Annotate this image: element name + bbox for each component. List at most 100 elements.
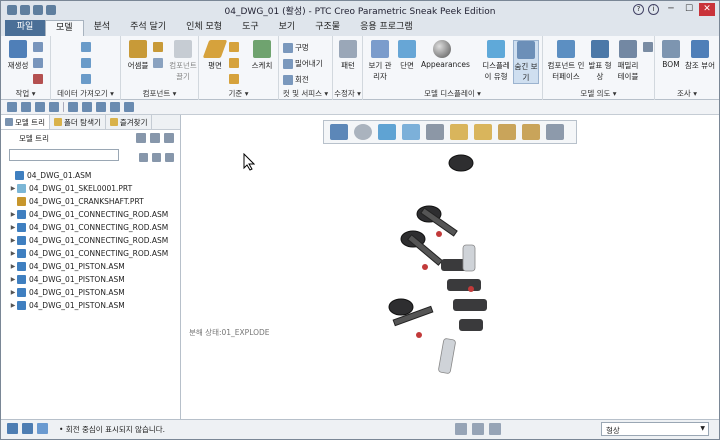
annotations-icon[interactable] xyxy=(546,124,564,140)
hidden-line-button[interactable]: 숨긴 보기 xyxy=(513,40,539,84)
regenerate-small-icon[interactable] xyxy=(96,102,106,112)
plane-button[interactable]: 평면 xyxy=(202,40,228,71)
tab-model-tree[interactable]: 모델 트리 xyxy=(1,115,50,129)
group-label-model-intent[interactable]: 모델 의도 ▾ xyxy=(543,88,654,99)
drag-components-button[interactable]: 컴포넌트 끌기 xyxy=(169,40,197,82)
selection-icon[interactable] xyxy=(455,423,467,435)
navigator-toggle-icon[interactable] xyxy=(7,423,18,434)
settings-icon[interactable] xyxy=(136,133,146,143)
pattern-button[interactable]: 패턴 xyxy=(336,40,360,71)
expand-arrow-icon[interactable]: ▶ xyxy=(9,211,17,218)
expand-arrow-icon[interactable]: ▶ xyxy=(9,276,17,283)
tree-filter-icon[interactable] xyxy=(164,133,174,143)
tab-framework[interactable]: 구조물 xyxy=(305,20,350,36)
tab-manikin[interactable]: 인체 모형 xyxy=(176,20,232,36)
close-icon[interactable]: ✕ xyxy=(699,3,715,16)
regenerate-button[interactable]: 재생성 xyxy=(5,40,31,71)
tree-search-input[interactable] xyxy=(9,149,119,161)
group-label-component[interactable]: 컴포넌트 ▾ xyxy=(121,88,198,99)
windows-icon[interactable] xyxy=(110,102,120,112)
view-manager-button[interactable]: 보기 관리자 xyxy=(367,40,393,82)
find-icon[interactable] xyxy=(139,153,148,162)
graphics-viewport[interactable]: 분해 상태:01_EXPLODE xyxy=(181,115,719,419)
group-label-datum[interactable]: 기준 ▾ xyxy=(199,88,278,99)
selection-box-icon[interactable] xyxy=(489,423,501,435)
tree-item[interactable]: ▶ 04_DWG_01_CONNECTING_ROD.ASM xyxy=(1,247,181,260)
publish-geometry-button[interactable]: 발표 형상 xyxy=(587,40,613,82)
create-component-button[interactable] xyxy=(153,42,163,52)
tab-model[interactable]: 모델 xyxy=(45,20,84,36)
tree-item[interactable]: 04_DWG_01_CRANKSHAFT.PRT xyxy=(1,195,181,208)
component-interface-button[interactable]: 컴포넌트 인터페이스 xyxy=(547,40,585,82)
view-manager-small-icon[interactable] xyxy=(402,124,420,140)
tab-analysis[interactable]: 분석 xyxy=(84,20,121,36)
show-icon[interactable] xyxy=(150,133,160,143)
parameters-button[interactable] xyxy=(643,42,653,52)
appearances-button[interactable]: Appearances xyxy=(421,40,470,69)
expand-arrow-icon[interactable]: ▶ xyxy=(9,237,17,244)
tree-item[interactable]: ▶ 04_DWG_01_CONNECTING_ROD.ASM xyxy=(1,221,181,234)
point-button[interactable] xyxy=(229,58,239,68)
refit-icon[interactable] xyxy=(330,124,348,140)
save-file-icon[interactable] xyxy=(35,102,45,112)
revolve-button[interactable]: 회전 xyxy=(283,74,309,85)
copy-geometry-button[interactable] xyxy=(81,58,91,68)
sketch-button[interactable]: 스케치 xyxy=(249,40,275,71)
saved-orientations-icon[interactable] xyxy=(378,124,396,140)
minimize-icon[interactable]: ─ xyxy=(663,3,679,16)
print-icon[interactable] xyxy=(49,102,59,112)
browser-toggle-icon[interactable] xyxy=(22,423,33,434)
group-label-get-data[interactable]: 데이터 가져오기 ▾ xyxy=(51,88,120,99)
tree-item[interactable]: ▶ 04_DWG_01_PISTON.ASM xyxy=(1,286,181,299)
expand-arrow-icon[interactable]: ▶ xyxy=(9,302,17,309)
tree-item[interactable]: ▶ 04_DWG_01_CONNECTING_ROD.ASM xyxy=(1,208,181,221)
family-table-button[interactable]: 패밀리 테이블 xyxy=(615,40,641,82)
user-defined-feature-button[interactable] xyxy=(81,42,91,52)
group-label-cut-surface[interactable]: 컷 및 서피스 ▾ xyxy=(279,88,332,99)
datum-points-icon[interactable] xyxy=(498,124,516,140)
axis-button[interactable] xyxy=(229,42,239,52)
bom-button[interactable]: BOM xyxy=(659,40,683,69)
section-button[interactable]: 단면 xyxy=(395,40,419,71)
tree-item[interactable]: ▶ 04_DWG_01_CONNECTING_ROD.ASM xyxy=(1,234,181,247)
paste-button[interactable] xyxy=(33,58,43,68)
info-icon[interactable]: i xyxy=(648,4,659,15)
copy-button[interactable] xyxy=(33,42,43,52)
group-label-modifiers[interactable]: 수정자 ▾ xyxy=(333,88,362,99)
reference-viewer-button[interactable]: 참조 뷰어 xyxy=(685,40,715,71)
add-icon[interactable] xyxy=(165,153,174,162)
tab-annotate[interactable]: 주석 달기 xyxy=(120,20,176,36)
expand-arrow-icon[interactable]: ▶ xyxy=(9,185,17,192)
expand-arrow-icon[interactable]: ▶ xyxy=(9,224,17,231)
group-label-model-display[interactable]: 모델 디스플레이 ▾ xyxy=(363,88,542,99)
datum-axes-icon[interactable] xyxy=(474,124,492,140)
display-style-button[interactable]: 디스플레이 유형 xyxy=(481,40,511,82)
maximize-icon[interactable]: ☐ xyxy=(681,3,697,16)
selection-filter-select[interactable]: 형상 ▼ xyxy=(601,422,709,436)
tree-item[interactable]: ▶ 04_DWG_01_PISTON.ASM xyxy=(1,273,181,286)
tab-file[interactable]: 파일 xyxy=(5,20,45,36)
new-file-icon[interactable] xyxy=(7,102,17,112)
tab-tools[interactable]: 도구 xyxy=(232,20,269,36)
tab-folder-browser[interactable]: 폴더 탐색기 xyxy=(50,115,106,129)
tree-item[interactable]: ▶ 04_DWG_01_SKEL0001.PRT xyxy=(1,182,181,195)
tree-item[interactable]: ▶ 04_DWG_01_PISTON.ASM xyxy=(1,260,181,273)
fullscreen-icon[interactable] xyxy=(37,423,48,434)
zoom-icon[interactable] xyxy=(354,124,372,140)
expand-arrow-icon[interactable]: ▶ xyxy=(9,289,17,296)
group-label-investigate[interactable]: 조사 ▾ xyxy=(655,88,719,99)
datum-planes-icon[interactable] xyxy=(450,124,468,140)
open-file-icon[interactable] xyxy=(21,102,31,112)
close-window-icon[interactable] xyxy=(124,102,134,112)
csys-button[interactable] xyxy=(229,74,239,84)
assemble-button[interactable]: 어셈블 xyxy=(125,40,151,71)
csys-display-icon[interactable] xyxy=(522,124,540,140)
tree-item[interactable]: ▶ 04_DWG_01_PISTON.ASM xyxy=(1,299,181,312)
tab-favorites[interactable]: 즐겨찾기 xyxy=(106,115,153,129)
tab-applications[interactable]: 응용 프로그램 xyxy=(350,20,423,36)
delete-button[interactable] xyxy=(33,74,43,84)
search-filter-icon[interactable] xyxy=(152,153,161,162)
extrude-button[interactable]: 밀어내기 xyxy=(283,58,323,69)
find-status-icon[interactable] xyxy=(472,423,484,435)
help-icon[interactable]: ? xyxy=(633,4,644,15)
